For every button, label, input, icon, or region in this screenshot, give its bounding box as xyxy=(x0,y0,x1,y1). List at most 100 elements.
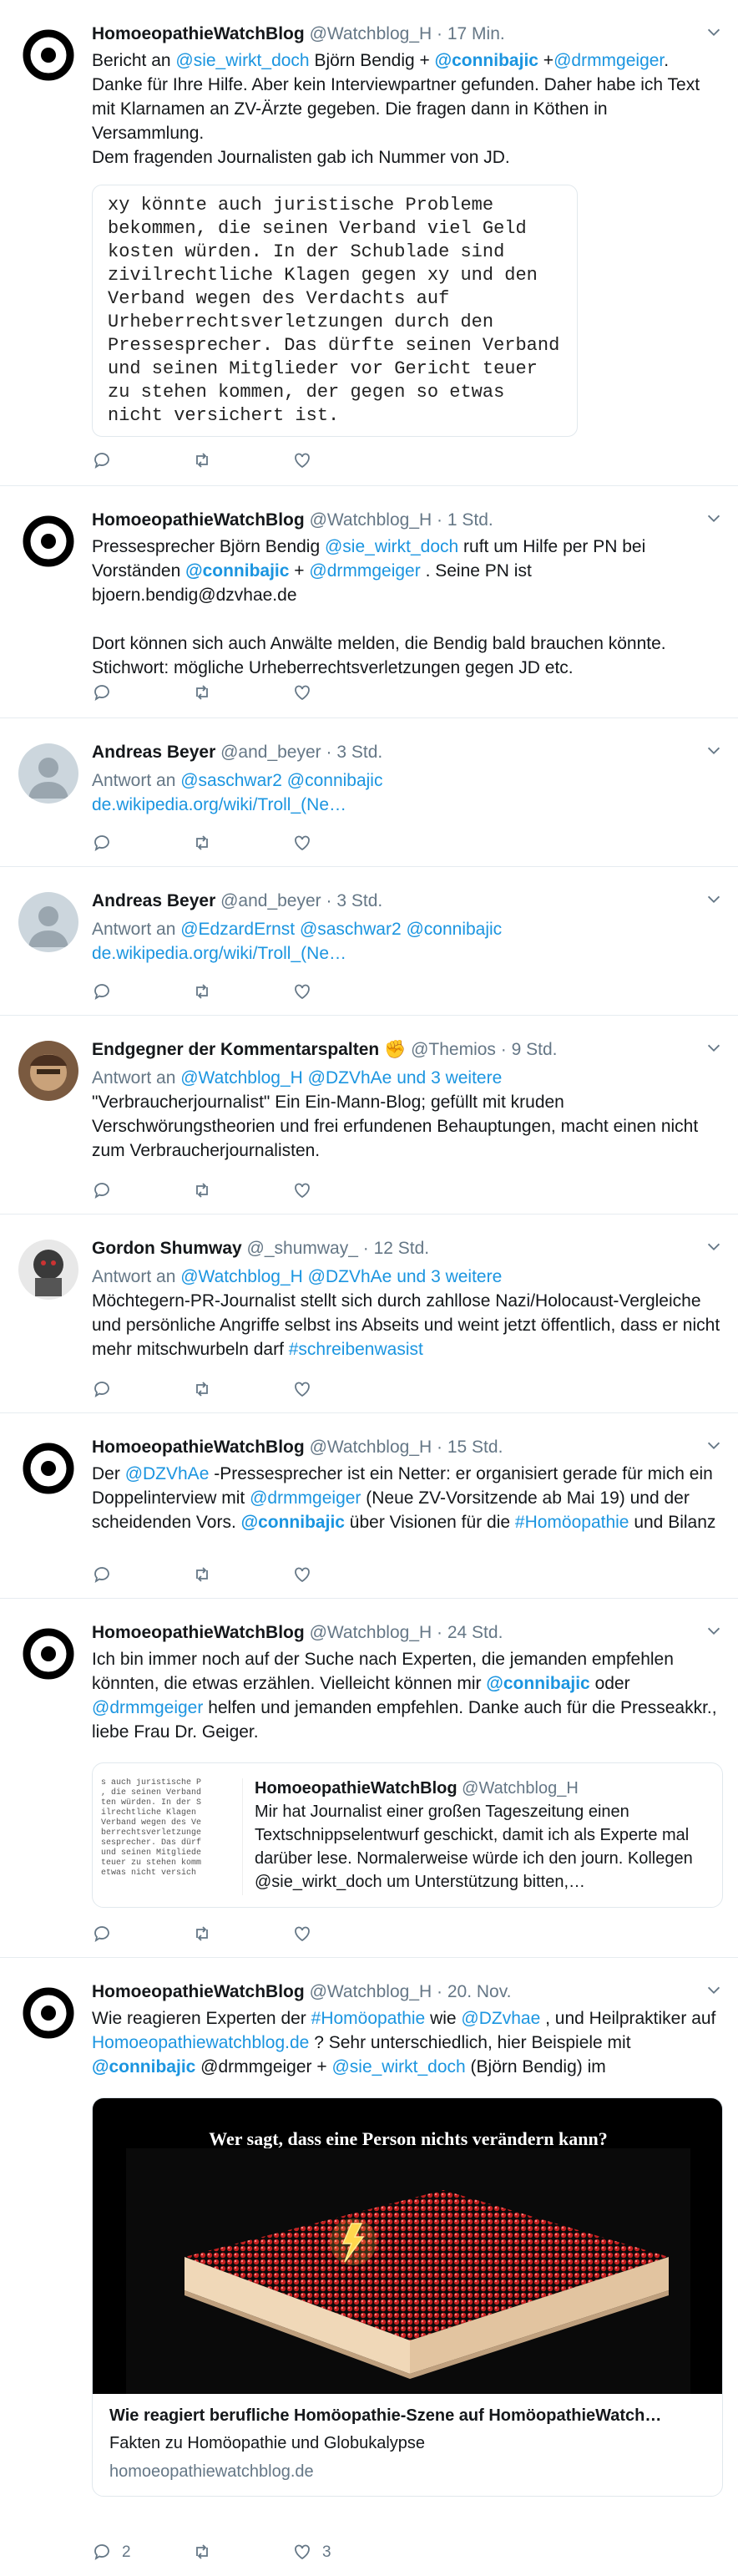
tweet[interactable]: HomoeopathieWatchBlog @Watchblog_H · 15 … xyxy=(0,1413,738,1599)
card-title[interactable]: Wie reagiert berufliche Homöopathie-Szen… xyxy=(109,2404,705,2427)
mention-link[interactable]: @drmmgeiger xyxy=(554,51,664,70)
retweet-button[interactable] xyxy=(192,830,212,855)
like-button[interactable] xyxy=(292,448,312,473)
tweet[interactable]: HomoeopathieWatchBlog @Watchblog_H · 24 … xyxy=(0,1599,738,1958)
display-name[interactable]: HomoeopathieWatchBlog xyxy=(92,24,305,43)
tweet[interactable]: Gordon Shumway @_shumway_ · 12 Std. Antw… xyxy=(0,1214,738,1413)
timestamp[interactable]: 3 Std. xyxy=(336,891,382,910)
quoted-tweet-image[interactable]: s auch juristische P , die seinen Verban… xyxy=(101,1778,243,1895)
avatar[interactable] xyxy=(18,511,78,571)
mention-link[interactable]: @connibajic xyxy=(486,1674,589,1693)
hashtag-link[interactable]: #Homöopathie xyxy=(311,2009,426,2028)
tweet[interactable]: HomoeopathieWatchBlog @Watchblog_H · 17 … xyxy=(0,0,738,486)
hashtag-link[interactable]: #schreibenwasist xyxy=(289,1340,423,1359)
user-handle[interactable]: @_shumway_ xyxy=(247,1239,358,1258)
timestamp[interactable]: 20. Nov. xyxy=(447,1982,512,2001)
user-handle[interactable]: @Watchblog_H xyxy=(310,24,432,43)
user-handle[interactable]: @and_beyer xyxy=(220,891,321,910)
mention-link[interactable]: @sie_wirkt_doch xyxy=(331,2057,465,2077)
timestamp[interactable]: 17 Min. xyxy=(447,24,505,43)
user-handle[interactable]: @Watchblog_H xyxy=(310,1982,432,2001)
url-link[interactable]: de.wikipedia.org/wiki/Troll_(Ne… xyxy=(92,944,346,963)
mention-link[interactable]: @drmmgeiger xyxy=(309,561,420,581)
mention-link[interactable]: @connibajic xyxy=(92,2057,195,2077)
display-name[interactable]: Gordon Shumway xyxy=(92,1239,242,1258)
reply-button[interactable] xyxy=(92,1178,112,1203)
mention-link[interactable]: @sie_wirkt_doch xyxy=(175,51,309,70)
user-handle[interactable]: @Watchblog_H xyxy=(310,510,432,530)
mention-link[interactable]: @DZvhae xyxy=(461,2009,540,2028)
mention-link[interactable]: @connibajic xyxy=(185,561,289,581)
mention-link[interactable]: @drmmgeiger xyxy=(92,1698,203,1717)
chevron-down-icon[interactable] xyxy=(705,23,723,42)
mention-link[interactable]: @connibajic xyxy=(435,51,538,70)
reply-more-link[interactable]: und 3 weitere xyxy=(397,1068,502,1088)
like-button[interactable] xyxy=(292,979,312,1004)
url-link[interactable]: Homoeopathiewatchblog.de xyxy=(92,2033,309,2052)
retweet-button[interactable] xyxy=(192,2539,212,2564)
like-button[interactable] xyxy=(292,1377,312,1402)
tweet[interactable]: Endgegner der Kommentarspalten ✊ @Themio… xyxy=(0,1016,738,1214)
mention-link[interactable]: @connibajic xyxy=(241,1513,345,1532)
reply-mentions[interactable]: @EdzardErnst @saschwar2 @connibajic xyxy=(180,920,502,939)
hashtag-link[interactable]: #Homöopathie xyxy=(515,1513,629,1532)
user-handle[interactable]: @Themios xyxy=(411,1040,496,1059)
avatar[interactable] xyxy=(18,1438,78,1498)
chevron-down-icon[interactable] xyxy=(705,742,723,760)
avatar[interactable] xyxy=(18,1041,78,1101)
reply-button[interactable] xyxy=(92,1377,112,1402)
tweet[interactable]: Andreas Beyer @and_beyer · 3 Std. Antwor… xyxy=(0,718,738,867)
mention-link[interactable]: @drmmgeiger xyxy=(250,1488,361,1508)
retweet-button[interactable] xyxy=(192,1562,212,1587)
reply-more-link[interactable]: und 3 weitere xyxy=(397,1267,502,1286)
quoted-tweet[interactable]: s auch juristische P , die seinen Verban… xyxy=(92,1762,723,1908)
timestamp[interactable]: 15 Std. xyxy=(447,1438,503,1457)
retweet-button[interactable] xyxy=(192,1377,212,1402)
reply-button[interactable] xyxy=(92,979,112,1004)
like-button[interactable]: 3 xyxy=(292,2539,331,2564)
attached-image[interactable]: xy könnte auch juristische Probleme beko… xyxy=(92,185,578,437)
url-link[interactable]: de.wikipedia.org/wiki/Troll_(Ne… xyxy=(92,795,346,814)
retweet-button[interactable] xyxy=(192,979,212,1004)
display-name[interactable]: HomoeopathieWatchBlog xyxy=(92,1438,305,1457)
display-name[interactable]: HomoeopathieWatchBlog xyxy=(92,510,305,530)
user-handle[interactable]: @Watchblog_H xyxy=(310,1623,432,1642)
retweet-button[interactable] xyxy=(192,1178,212,1203)
timestamp[interactable]: 1 Std. xyxy=(447,510,493,530)
user-handle[interactable]: @Watchblog_H xyxy=(310,1438,432,1457)
retweet-button[interactable] xyxy=(192,448,212,473)
reply-mentions[interactable]: @saschwar2 @connibajic xyxy=(180,771,382,790)
retweet-button[interactable] xyxy=(192,1921,212,1946)
like-button[interactable] xyxy=(292,1178,312,1203)
reply-button[interactable] xyxy=(92,1562,112,1587)
link-card[interactable]: Wer sagt, dass eine Person nichts veränd… xyxy=(92,2097,723,2497)
reply-mentions[interactable]: @Watchblog_H @DZVhAe xyxy=(180,1068,392,1088)
avatar[interactable] xyxy=(18,892,78,952)
avatar[interactable] xyxy=(18,25,78,85)
display-name[interactable]: HomoeopathieWatchBlog xyxy=(92,1982,305,2001)
retweet-button[interactable] xyxy=(192,680,212,705)
chevron-down-icon[interactable] xyxy=(705,510,723,528)
chevron-down-icon[interactable] xyxy=(705,1039,723,1057)
chevron-down-icon[interactable] xyxy=(705,890,723,909)
like-button[interactable] xyxy=(292,830,312,855)
reply-mentions[interactable]: @Watchblog_H @DZVhAe xyxy=(180,1267,392,1286)
like-button[interactable] xyxy=(292,1921,312,1946)
timestamp[interactable]: 9 Std. xyxy=(512,1040,558,1059)
display-name[interactable]: Andreas Beyer xyxy=(92,743,215,762)
like-button[interactable] xyxy=(292,680,312,705)
avatar[interactable] xyxy=(18,1240,78,1300)
timestamp[interactable]: 24 Std. xyxy=(447,1623,503,1642)
tweet[interactable]: HomoeopathieWatchBlog @Watchblog_H · 1 S… xyxy=(0,486,738,718)
display-name[interactable]: Andreas Beyer xyxy=(92,891,215,910)
reply-button[interactable] xyxy=(92,680,112,705)
chevron-down-icon[interactable] xyxy=(705,1238,723,1256)
chevron-down-icon[interactable] xyxy=(705,1981,723,2000)
chevron-down-icon[interactable] xyxy=(705,1437,723,1455)
reply-button[interactable]: 2 xyxy=(92,2539,131,2564)
avatar[interactable] xyxy=(18,1983,78,2043)
display-name[interactable]: Endgegner der Kommentarspalten xyxy=(92,1040,379,1059)
display-name[interactable]: HomoeopathieWatchBlog xyxy=(92,1623,305,1642)
reply-button[interactable] xyxy=(92,830,112,855)
timestamp[interactable]: 12 Std. xyxy=(374,1239,430,1258)
